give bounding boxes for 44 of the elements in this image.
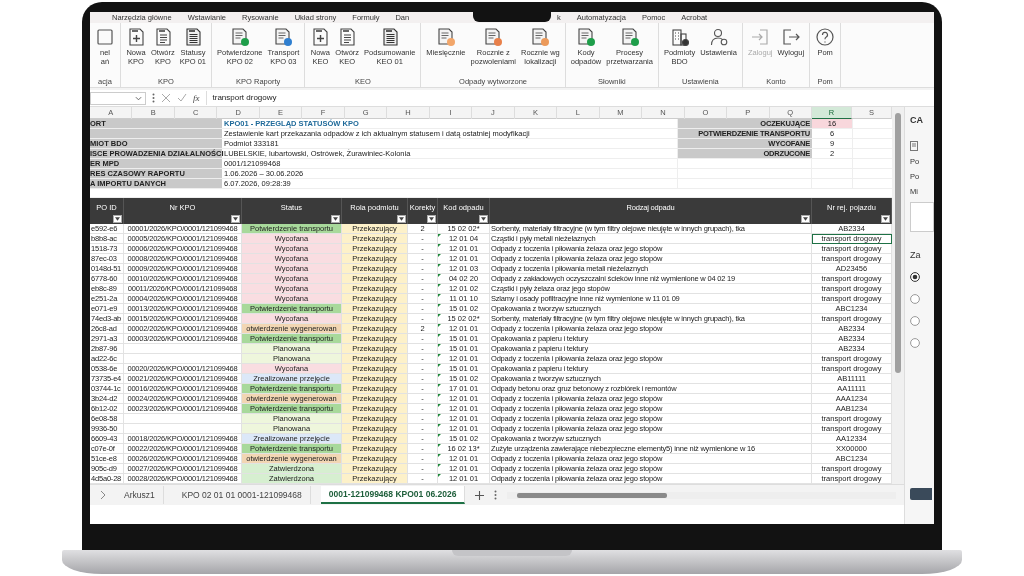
sheet-tab[interactable]: Arkusz1: [116, 486, 164, 504]
input-field[interactable]: [910, 202, 934, 232]
add-sheet-icon[interactable]: [475, 490, 485, 500]
section-title: Za: [910, 250, 921, 260]
filter-button[interactable]: [331, 215, 340, 223]
document-icon: [229, 27, 250, 47]
horizontal-scrollbar[interactable]: [507, 491, 896, 499]
panel-title: CA: [910, 115, 923, 125]
document-icon: [576, 27, 596, 47]
login-icon: [750, 27, 771, 47]
radio-button[interactable]: [910, 338, 920, 348]
next-sheet-icon[interactable]: [100, 490, 106, 500]
filter-button[interactable]: [479, 215, 488, 223]
check-icon[interactable]: [177, 93, 187, 103]
radio-button[interactable]: [910, 294, 920, 304]
filter-button[interactable]: [113, 215, 122, 223]
document-icon: [435, 27, 456, 47]
formula-field[interactable]: transport drogowy: [205, 91, 934, 105]
logout-icon: [780, 27, 801, 47]
user-settings-icon: [708, 27, 729, 47]
building-icon: [669, 27, 690, 47]
new-document-icon: [126, 27, 146, 47]
document-icon: [910, 141, 918, 151]
vertical-scrollbar[interactable]: [892, 107, 904, 484]
function-button[interactable]: fx: [193, 93, 200, 103]
filter-button[interactable]: [231, 215, 240, 223]
document-icon: [619, 27, 640, 47]
help-icon: [815, 27, 836, 47]
filter-button[interactable]: [881, 215, 890, 223]
sheet-tab[interactable]: KPO 02 01 01 0001-121099468: [173, 486, 311, 504]
radio-button[interactable]: [910, 272, 920, 282]
panel-icon: [95, 27, 115, 47]
document-icon: [530, 27, 551, 47]
filter-button[interactable]: [427, 215, 436, 223]
document-icon: [273, 27, 294, 47]
document-icon: [483, 27, 504, 47]
radio-button[interactable]: [910, 316, 920, 326]
filter-button[interactable]: [397, 215, 406, 223]
document-icon: [337, 27, 358, 47]
new-document-icon: [310, 27, 331, 47]
filter-button[interactable]: [801, 215, 810, 223]
sheet-tab[interactable]: 0001-121099468 KPO01 06.2026: [320, 486, 466, 504]
more-icon[interactable]: [494, 490, 498, 500]
more-icon[interactable]: [152, 93, 155, 103]
